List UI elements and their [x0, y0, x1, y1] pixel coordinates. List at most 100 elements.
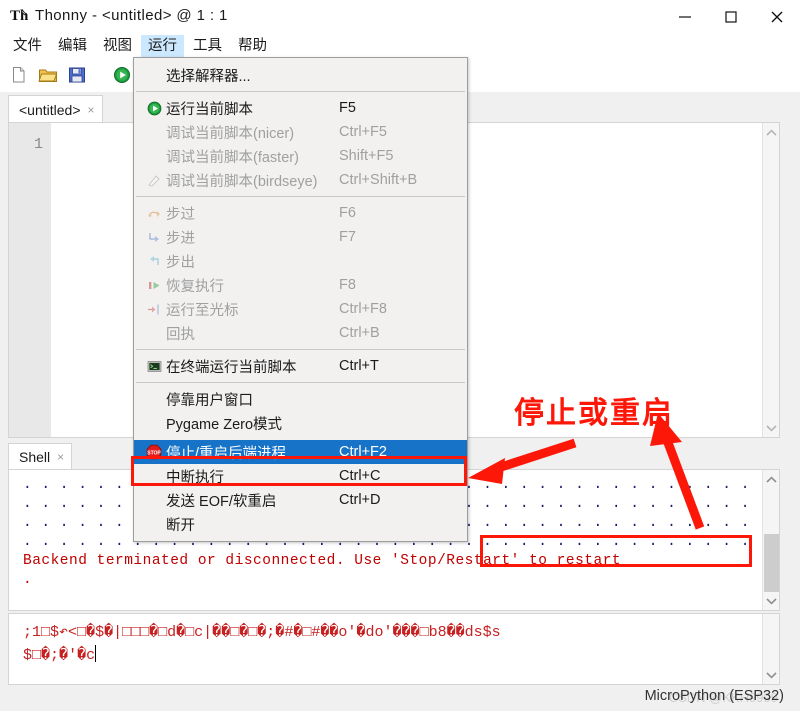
scroll-down-icon[interactable] [763, 666, 779, 683]
menuitem-label: 发送 EOF/软重启 [166, 493, 277, 510]
scroll-down-icon[interactable] [763, 419, 780, 436]
svg-text:Th: Th [10, 8, 28, 24]
menu-icon-placeholder [144, 492, 164, 508]
menuitem-interrupt-execution[interactable]: 中断执行 Ctrl+C [134, 464, 467, 488]
scroll-up-icon[interactable] [763, 124, 780, 141]
menuitem-send-eof-soft-reboot[interactable]: 发送 EOF/软重启 Ctrl+D [134, 488, 467, 512]
menuitem-accel: Ctrl+Shift+B [339, 172, 418, 188]
editor-vertical-scrollbar[interactable] [762, 123, 779, 437]
open-file-icon[interactable] [37, 64, 59, 86]
scroll-up-icon[interactable] [763, 471, 779, 488]
shell-output-scrollbar[interactable] [762, 614, 779, 684]
shell-output-line: $□�;�'�c [23, 647, 96, 664]
menu-icon-placeholder [144, 148, 164, 164]
step-over-icon [144, 205, 164, 221]
menuitem-label: 步进 [166, 230, 195, 247]
menu-view[interactable]: 视图 [96, 35, 139, 57]
editor-tab-label: <untitled> [19, 101, 81, 118]
shell-scrollbar-thumb[interactable] [764, 534, 779, 592]
menuitem-accel: F6 [339, 205, 356, 221]
menuitem-step-into[interactable]: 步进 F7 [134, 225, 467, 249]
menuitem-debug-faster[interactable]: 调试当前脚本(faster) Shift+F5 [134, 144, 467, 168]
menuitem-label: Pygame Zero模式 [166, 416, 283, 433]
menu-separator [136, 196, 465, 197]
thonny-window: Th Thonny - <untitled> @ 1 : 1 文件 编辑 视图 … [0, 0, 800, 711]
text-caret [95, 645, 97, 662]
menuitem-accel: Ctrl+T [339, 358, 379, 374]
menuitem-stop-restart-backend[interactable]: STOP 停止/重启后端进程 Ctrl+F2 [134, 440, 467, 464]
menuitem-label: 选择解释器... [166, 68, 251, 85]
menuitem-label: 步过 [166, 206, 195, 223]
shell-line-error: . [23, 572, 33, 588]
resume-icon [144, 277, 164, 293]
menuitem-pygame-zero-mode[interactable]: Pygame Zero模式 [134, 411, 467, 435]
menu-file[interactable]: 文件 [6, 35, 49, 57]
menuitem-label: 中断执行 [166, 469, 224, 486]
menuitem-dock-user-windows[interactable]: 停靠用户窗口 [134, 387, 467, 411]
menu-icon-placeholder [144, 325, 164, 341]
window-title: Thonny - <untitled> @ 1 : 1 [35, 6, 228, 24]
thonny-app-icon: Th [10, 6, 29, 24]
menuitem-debug-birdseye[interactable]: 调试当前脚本(birdseye) Ctrl+Shift+B [134, 168, 467, 192]
scroll-down-icon[interactable] [763, 592, 779, 609]
run-menu-dropdown[interactable]: 选择解释器... 运行当前脚本 F5 调试当前脚本(nicer) Ctrl+F5… [133, 57, 468, 542]
menuitem-label: 停靠用户窗口 [166, 392, 253, 409]
menuitem-label: 调试当前脚本(faster) [166, 149, 299, 166]
svg-text:STOP: STOP [147, 451, 161, 457]
menuitem-debug-nicer[interactable]: 调试当前脚本(nicer) Ctrl+F5 [134, 120, 467, 144]
menu-separator [136, 382, 465, 383]
menu-run[interactable]: 运行 [141, 35, 184, 57]
menuitem-accel: F7 [339, 229, 356, 245]
menu-icon-placeholder [144, 124, 164, 140]
menuitem-accel: Ctrl+F8 [339, 301, 387, 317]
editor-gutter: 1 [9, 123, 51, 437]
menu-tools[interactable]: 工具 [186, 35, 229, 57]
save-file-icon[interactable] [66, 64, 88, 86]
menuitem-run-in-terminal[interactable]: 在终端运行当前脚本 Ctrl+T [134, 354, 467, 378]
close-icon[interactable] [754, 0, 800, 34]
play-icon [144, 100, 164, 116]
menu-edit[interactable]: 编辑 [51, 35, 94, 57]
menuitem-label: 回执 [166, 326, 195, 343]
shell-vertical-scrollbar[interactable] [762, 470, 779, 610]
menu-separator [136, 349, 465, 350]
menuitem-accel: Shift+F5 [339, 148, 394, 164]
menu-icon-placeholder [144, 67, 164, 83]
shell-output-panel[interactable]: ;1□$↶<□�$�|□□□�□d�□c|��□�□�;�#�□#��o'�do… [8, 613, 780, 685]
shell-line-error: Backend terminated or disconnected. Use … [23, 553, 622, 569]
menuitem-run-current-script[interactable]: 运行当前脚本 F5 [134, 96, 467, 120]
editor-tab-untitled[interactable]: <untitled> × [8, 95, 103, 123]
run-script-icon[interactable] [111, 64, 133, 86]
menuitem-label: 调试当前脚本(nicer) [166, 125, 295, 142]
menu-icon-placeholder [144, 468, 164, 484]
menuitem-label: 调试当前脚本(birdseye) [166, 173, 318, 190]
shell-tab-close-icon[interactable]: × [57, 451, 64, 463]
menuitem-resume[interactable]: 恢复执行 F8 [134, 273, 467, 297]
menuitem-accel: Ctrl+F5 [339, 124, 387, 140]
menuitem-run-to-cursor[interactable]: 运行至光标 Ctrl+F8 [134, 297, 467, 321]
menu-bar: 文件 编辑 视图 运行 工具 帮助 [0, 34, 800, 58]
editor-tab-close-icon[interactable]: × [88, 104, 95, 116]
shell-output-text[interactable]: ;1□$↶<□�$�|□□□�□d�□c|��□�□�;�#�□#��o'�do… [9, 614, 762, 684]
maximize-icon[interactable] [708, 0, 754, 34]
menu-bottom-spacer [134, 536, 467, 541]
title-area: Th Thonny - <untitled> @ 1 : 1 [10, 6, 228, 25]
menuitem-step-out[interactable]: 步出 [134, 249, 467, 273]
menuitem-step-over[interactable]: 步过 F6 [134, 201, 467, 225]
interpreter-status[interactable]: MicroPython (ESP32) [645, 688, 784, 704]
menuitem-disconnect[interactable]: 断开 [134, 512, 467, 536]
menuitem-label: 在终端运行当前脚本 [166, 359, 297, 376]
menuitem-accel: Ctrl+C [339, 468, 381, 484]
menuitem-accel: F8 [339, 277, 356, 293]
menu-help[interactable]: 帮助 [231, 35, 274, 57]
menu-icon-placeholder [144, 391, 164, 407]
shell-tab[interactable]: Shell × [8, 443, 73, 470]
minimize-icon[interactable] [662, 0, 708, 34]
menu-separator [136, 91, 465, 92]
menuitem-step-back[interactable]: 回执 Ctrl+B [134, 321, 467, 345]
shell-output-line-with-caret: $□�;�'�c [23, 644, 762, 667]
editor-line-number: 1 [33, 136, 43, 153]
new-file-icon[interactable] [8, 64, 30, 86]
menu-icon-placeholder [144, 516, 164, 532]
menuitem-select-interpreter[interactable]: 选择解释器... [134, 63, 467, 87]
